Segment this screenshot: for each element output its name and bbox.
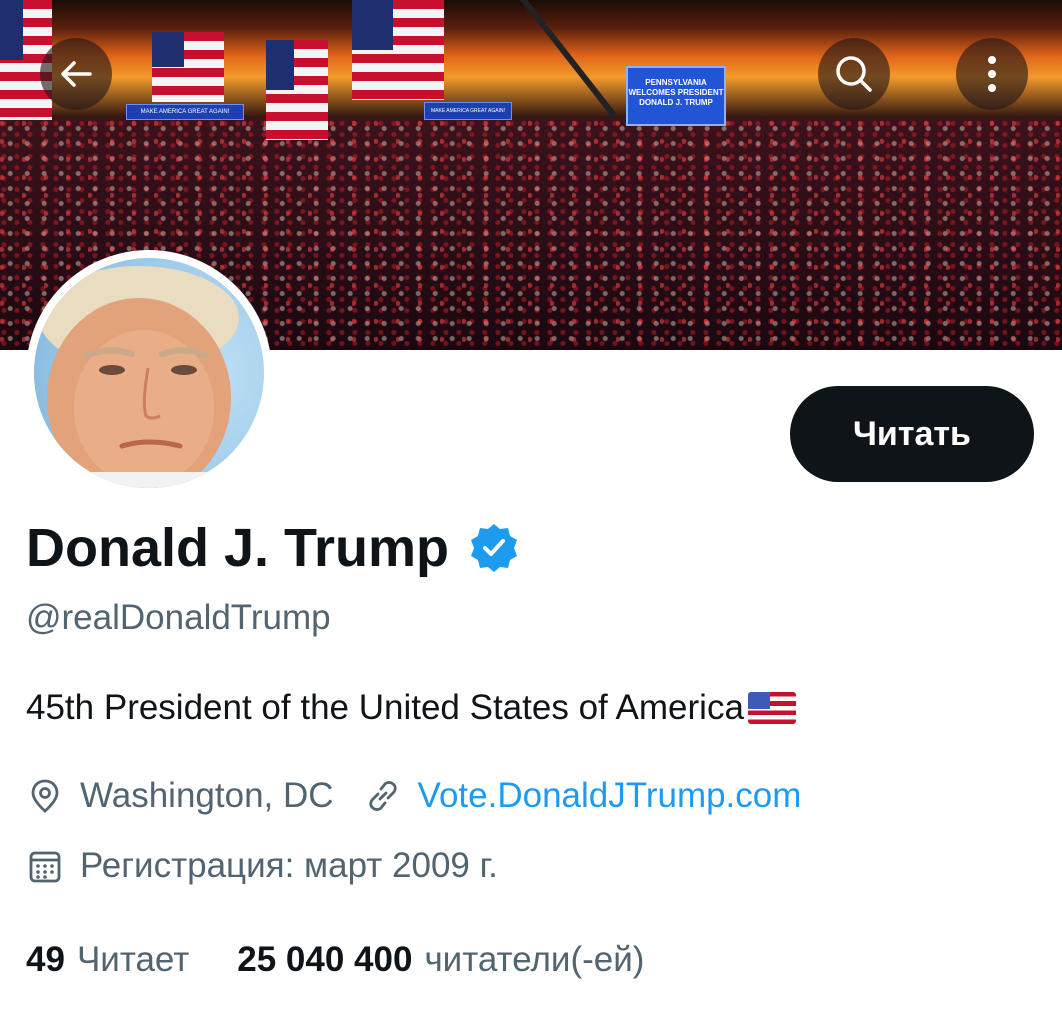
calendar-icon — [29, 851, 61, 883]
profile-bio: 45th President of the United States of A… — [26, 688, 796, 728]
followers-stat[interactable]: 25 040 400 читатели(-ей) — [237, 940, 644, 980]
more-button[interactable] — [956, 38, 1028, 110]
location-pin-icon — [31, 779, 59, 813]
followers-label: читатели(-ей) — [424, 940, 645, 979]
banner-sign-center: MAKE AMERICA GREAT AGAIN! — [424, 102, 512, 120]
profile-stats: 49 Читает 25 040 400 читатели(-ей) — [26, 940, 644, 980]
profile-handle: @realDonaldTrump — [26, 598, 331, 637]
banner-flag — [266, 40, 328, 140]
link-icon — [368, 781, 397, 811]
profile-joined-row: Регистрация: март 2009 г. — [26, 846, 498, 886]
search-icon — [836, 56, 872, 92]
avatar-portrait — [34, 266, 264, 488]
profile-joined-date: Регистрация: март 2009 г. — [80, 846, 498, 885]
verified-badge-icon — [471, 524, 518, 572]
following-label: Читает — [76, 940, 190, 979]
profile-name: Donald J. Trump — [26, 518, 450, 578]
profile-website-link[interactable]: Vote.DonaldJTrump.com — [418, 776, 802, 816]
search-button[interactable] — [818, 38, 890, 110]
follow-button[interactable]: Читать — [790, 386, 1034, 482]
back-button[interactable] — [40, 38, 112, 110]
profile-location: Washington, DC — [80, 776, 334, 815]
banner-flag — [152, 32, 224, 102]
followers-count: 25 040 400 — [237, 940, 413, 979]
banner-jumbotron: PENNSYLVANIA WELCOMES PRESIDENT DONALD J… — [626, 66, 726, 126]
banner-sign-left: MAKE AMERICA GREAT AGAIN! — [126, 104, 244, 120]
following-stat[interactable]: 49 Читает — [26, 940, 189, 980]
avatar[interactable] — [26, 250, 272, 496]
more-vertical-icon — [988, 56, 996, 92]
avatar-image — [34, 258, 264, 488]
banner-flag — [352, 0, 444, 100]
us-flag-emoji-icon — [747, 692, 796, 724]
profile-name-row: Donald J. Trump — [26, 515, 521, 581]
following-count: 49 — [26, 940, 65, 979]
bio-text: 45th President of the United States of A… — [26, 688, 744, 727]
profile-meta-row: Washington, DC Vote.DonaldJTrump.com — [26, 776, 801, 816]
banner-crane — [520, 0, 618, 119]
arrow-left-icon — [61, 61, 92, 87]
